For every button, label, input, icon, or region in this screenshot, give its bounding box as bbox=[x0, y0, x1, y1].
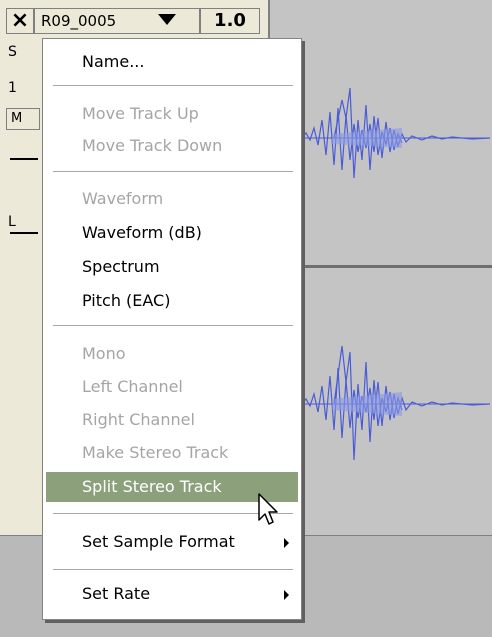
mute-button-partial[interactable]: M bbox=[6, 108, 40, 130]
gain-slider-track[interactable] bbox=[10, 158, 38, 160]
track-context-menu: Name... Move Track Up Move Track Down Wa… bbox=[42, 38, 302, 620]
menu-item-mono[interactable]: Mono bbox=[46, 339, 298, 369]
menu-separator bbox=[53, 569, 293, 571]
menu-separator bbox=[53, 85, 293, 87]
menu-item-waveform[interactable]: Waveform bbox=[46, 184, 298, 214]
rate-label-partial: 1 bbox=[8, 80, 17, 96]
menu-item-spectrum[interactable]: Spectrum bbox=[46, 252, 298, 282]
pan-slider-track[interactable] bbox=[10, 232, 38, 234]
menu-separator bbox=[53, 513, 293, 515]
right-channel-waveform bbox=[276, 345, 491, 461]
left-channel-waveform bbox=[276, 87, 491, 179]
menu-item-right-channel[interactable]: Right Channel bbox=[46, 405, 298, 435]
menu-item-move-track-down[interactable]: Move Track Down bbox=[46, 131, 298, 161]
menu-item-set-sample-format[interactable]: Set Sample Format bbox=[46, 527, 298, 557]
waveform-svg bbox=[276, 87, 491, 461]
menu-item-left-channel[interactable]: Left Channel bbox=[46, 372, 298, 402]
menu-item-make-stereo-track[interactable]: Make Stereo Track bbox=[46, 438, 298, 468]
submenu-arrow-icon bbox=[284, 590, 289, 600]
track-name-label: R09_0005 bbox=[41, 12, 117, 30]
menu-item-move-track-up[interactable]: Move Track Up bbox=[46, 99, 298, 129]
pan-label-partial: L bbox=[8, 214, 16, 230]
dropdown-arrow-icon bbox=[158, 14, 176, 25]
close-track-button[interactable]: × bbox=[6, 8, 34, 34]
menu-item-waveform-db[interactable]: Waveform (dB) bbox=[46, 218, 298, 248]
menu-separator bbox=[53, 325, 293, 327]
menu-separator bbox=[53, 171, 293, 173]
track-gain-value[interactable]: 1.0 bbox=[200, 8, 260, 34]
menu-item-set-rate[interactable]: Set Rate bbox=[46, 579, 298, 609]
submenu-arrow-icon bbox=[284, 538, 289, 548]
solo-label-partial: S bbox=[8, 44, 17, 60]
menu-item-name[interactable]: Name... bbox=[46, 47, 298, 77]
mouse-cursor-icon bbox=[258, 493, 278, 525]
menu-item-pitch-eac[interactable]: Pitch (EAC) bbox=[46, 286, 298, 316]
